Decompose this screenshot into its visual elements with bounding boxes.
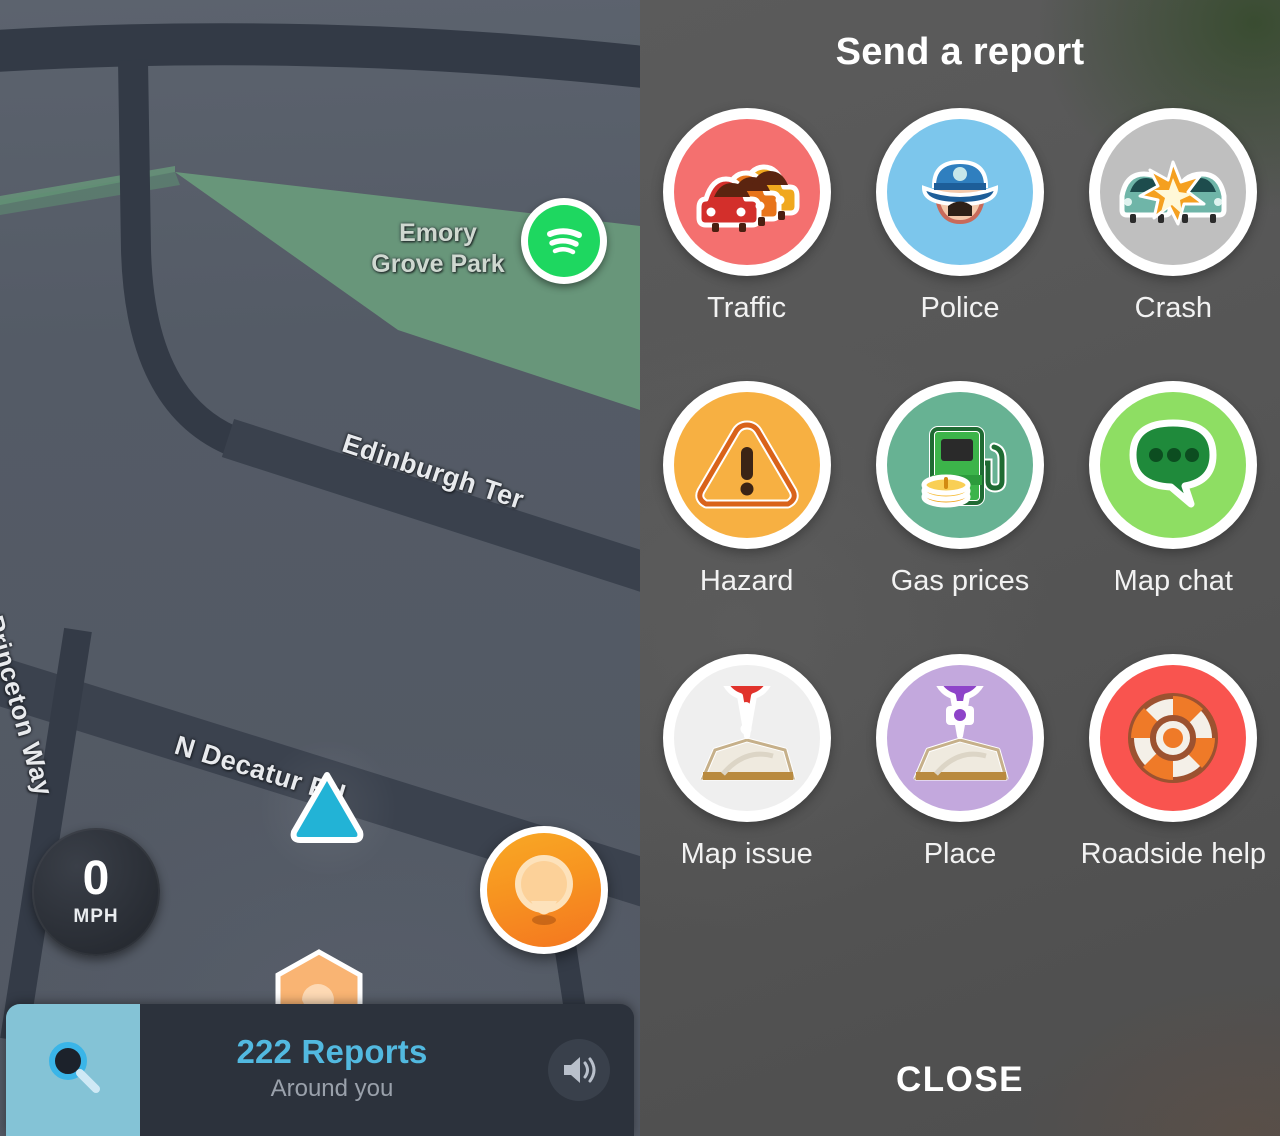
report-option-map-issue[interactable]: Map issue: [640, 654, 853, 871]
report-option-label: Map chat: [1113, 565, 1233, 597]
send-report-panel: Send a report Traffic Police Crash Hazar…: [640, 0, 1280, 1136]
report-option-label: Traffic: [707, 292, 787, 324]
report-option-bubble[interactable]: [1089, 381, 1258, 549]
spotify-icon: [528, 205, 600, 277]
panel-title: Send a report: [835, 31, 1085, 73]
warning-triangle-icon: [673, 392, 820, 538]
park-label-line2: Grove Park: [371, 249, 505, 278]
report-type-grid: Traffic Police Crash Hazard Gas prices M…: [640, 108, 1280, 871]
park-label-line1: Emory: [399, 219, 477, 247]
report-option-bubble[interactable]: [662, 654, 831, 822]
reports-count: 222 Reports: [236, 1033, 428, 1070]
search-icon: [42, 1037, 104, 1104]
gas-pump-icon: [886, 392, 1033, 538]
report-option-bubble[interactable]: [662, 108, 831, 276]
report-option-bubble[interactable]: [662, 381, 831, 549]
speed-unit: MPH: [73, 905, 119, 927]
map-view[interactable]: Emory Grove Park Edinburgh Ter N Decatur…: [0, 0, 640, 1136]
map-camera-pin-icon: [886, 665, 1033, 811]
report-option-bubble[interactable]: [1089, 108, 1258, 276]
report-option-bubble[interactable]: [875, 654, 1044, 822]
car-crash-icon: [1100, 119, 1247, 265]
reports-subtitle: Around you: [270, 1075, 394, 1102]
report-option-bubble[interactable]: [875, 381, 1044, 549]
waze-report-screen: Emory Grove Park Edinburgh Ter N Decatur…: [0, 0, 1280, 1136]
search-button[interactable]: [6, 1004, 140, 1136]
speaker-icon: [548, 1039, 610, 1101]
traffic-cars-icon: [673, 119, 820, 265]
speed-value: 0: [82, 852, 110, 906]
report-option-bubble[interactable]: [875, 108, 1044, 276]
report-option-roadside-help[interactable]: Roadside help: [1067, 654, 1280, 871]
report-option-label: Gas prices: [890, 565, 1030, 597]
report-option-bubble[interactable]: [1089, 654, 1258, 822]
park-label: Emory Grove Park: [358, 218, 518, 279]
police-cap-icon: [886, 119, 1033, 265]
map-bottom-bar: 222 Reports Around you: [6, 1004, 634, 1136]
report-pin-icon: [487, 833, 601, 947]
speedometer: 0 MPH: [32, 828, 160, 956]
report-option-label: Hazard: [699, 565, 794, 597]
report-option-crash[interactable]: Crash: [1067, 108, 1280, 325]
chat-bubble-icon: [1100, 392, 1247, 538]
report-option-label: Police: [920, 292, 1000, 324]
map-alert-pin-icon: [673, 665, 820, 811]
report-option-map-chat[interactable]: Map chat: [1067, 381, 1280, 598]
reports-summary[interactable]: 222 Reports Around you: [140, 1004, 524, 1136]
report-option-label: Place: [923, 838, 997, 870]
report-option-hazard[interactable]: Hazard: [640, 381, 853, 598]
report-fab-button[interactable]: [480, 826, 608, 954]
report-option-label: Map issue: [680, 838, 813, 870]
report-option-label: Crash: [1134, 292, 1212, 324]
report-option-police[interactable]: Police: [853, 108, 1066, 325]
user-location-arrow: [288, 770, 366, 844]
report-option-traffic[interactable]: Traffic: [640, 108, 853, 325]
report-option-place[interactable]: Place: [853, 654, 1066, 871]
lifebuoy-icon: [1100, 665, 1247, 811]
close-button[interactable]: CLOSE: [640, 1024, 1280, 1136]
report-option-gas-prices[interactable]: Gas prices: [853, 381, 1066, 598]
report-option-label: Roadside help: [1080, 838, 1267, 870]
spotify-button[interactable]: [521, 198, 607, 284]
sound-toggle-button[interactable]: [524, 1004, 634, 1136]
